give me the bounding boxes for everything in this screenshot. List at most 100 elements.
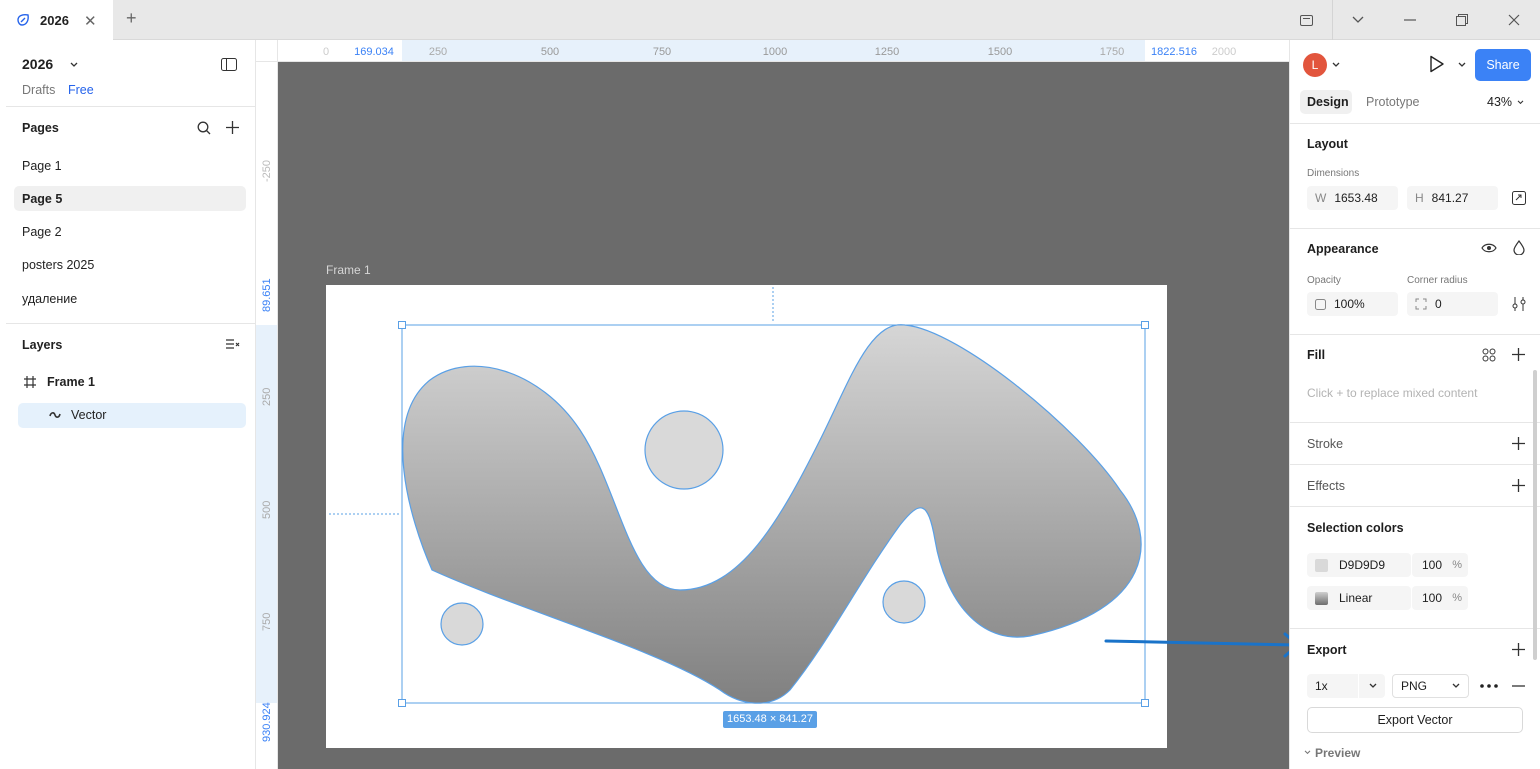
present-play-icon[interactable] <box>1429 55 1445 73</box>
chevron-down-icon <box>1369 683 1377 688</box>
chevron-down-icon[interactable] <box>1458 62 1466 68</box>
close-window-icon[interactable] <box>1488 0 1540 40</box>
selection-color-item[interactable]: Linear <box>1307 586 1411 610</box>
search-icon[interactable] <box>197 121 211 135</box>
blend-mode-icon[interactable] <box>1513 240 1525 255</box>
preview-toggle[interactable]: Preview <box>1315 746 1360 760</box>
ruler-horizontal: 0 169.034 250 500 750 1000 1250 1500 175… <box>256 40 1289 62</box>
add-page-icon[interactable] <box>226 121 239 134</box>
pages-header: Pages <box>22 121 59 135</box>
ruler-tick: 2000 <box>1211 46 1237 58</box>
selection-color-opacity[interactable]: 100 % <box>1412 553 1468 577</box>
dimensions-label: Dimensions <box>1307 168 1360 179</box>
color-swatch <box>1315 558 1328 572</box>
styles-grid-icon[interactable] <box>1482 348 1496 362</box>
chevron-down-icon[interactable] <box>1304 750 1311 755</box>
corner-radius-label: Corner radius <box>1407 275 1468 286</box>
opacity-value: 100% <box>1334 297 1365 311</box>
export-button[interactable]: Export Vector <box>1307 707 1523 733</box>
minimize-icon[interactable] <box>1384 0 1436 40</box>
tab-prototype[interactable]: Prototype <box>1366 95 1420 109</box>
ruler-tick: 89.651 <box>261 278 273 312</box>
resize-to-fit-icon[interactable] <box>1512 191 1526 205</box>
opacity-label: Opacity <box>1307 275 1341 286</box>
sidebar-toggle-icon[interactable] <box>221 58 237 71</box>
more-options-icon[interactable] <box>1480 684 1498 688</box>
ruler-tick: 1500 <box>987 46 1013 58</box>
layer-item[interactable]: Vector <box>71 408 106 422</box>
add-effect-icon[interactable] <box>1512 479 1525 492</box>
ruler-tick: 500 <box>261 500 273 519</box>
chevron-down-icon[interactable] <box>1332 62 1340 68</box>
layer-item[interactable]: Frame 1 <box>47 375 95 389</box>
ruler-vertical: -250 89.651 250 500 750 930.924 <box>256 40 278 769</box>
page-item[interactable]: удаление <box>22 292 77 306</box>
file-tab[interactable]: 2026 ✕ <box>0 0 113 40</box>
ruler-tick: 250 <box>261 387 273 406</box>
plan-badge[interactable]: Free <box>68 83 94 97</box>
appearance-section-title: Appearance <box>1307 242 1379 256</box>
layer-list-icon[interactable] <box>226 339 240 351</box>
canvas[interactable]: Frame 1 1653.48 × 841.27 <box>278 62 1289 769</box>
export-scale-select[interactable]: 1x <box>1307 674 1385 698</box>
page-item[interactable]: Page 1 <box>22 159 62 173</box>
avatar[interactable]: L <box>1303 53 1327 77</box>
vector-artwork[interactable] <box>278 62 1289 769</box>
page-item[interactable]: Page 5 <box>22 192 62 206</box>
chevron-down-icon[interactable] <box>1517 100 1524 105</box>
opacity-icon <box>1315 298 1326 310</box>
chevron-down-icon[interactable] <box>70 62 78 68</box>
tab-design[interactable]: Design <box>1307 95 1349 109</box>
add-fill-icon[interactable] <box>1512 348 1525 361</box>
chevron-down-icon[interactable] <box>1332 0 1384 40</box>
selection-color-opacity[interactable]: 100 % <box>1412 586 1468 610</box>
effects-section-title: Effects <box>1307 479 1345 493</box>
fill-section-title: Fill <box>1307 348 1326 362</box>
new-tab-icon[interactable]: + <box>126 8 137 29</box>
corner-radius-value: 0 <box>1435 297 1442 311</box>
ruler-tick: 1000 <box>762 46 788 58</box>
add-export-icon[interactable] <box>1512 643 1525 656</box>
width-value: 1653.48 <box>1334 191 1378 205</box>
height-field[interactable]: H 841.27 <box>1407 186 1498 210</box>
frame-icon <box>24 376 36 388</box>
tab-title: 2026 <box>40 12 69 28</box>
layout-section-title: Layout <box>1307 137 1348 151</box>
restore-icon[interactable] <box>1436 0 1488 40</box>
page-item[interactable]: Page 2 <box>22 225 62 239</box>
vector-icon <box>49 412 61 418</box>
selection-colors-title: Selection colors <box>1307 521 1404 535</box>
selection-color-item[interactable]: D9D9D9 <box>1307 553 1411 577</box>
scrollbar[interactable] <box>1533 370 1537 660</box>
share-button[interactable]: Share <box>1475 49 1531 81</box>
size-badge: 1653.48 × 841.27 <box>723 711 817 728</box>
ruler-tick: 500 <box>540 46 560 58</box>
width-field[interactable]: W 1653.48 <box>1307 186 1398 210</box>
corner-radius-field[interactable]: 0 <box>1407 292 1498 316</box>
ruler-tick: 1750 <box>1099 46 1125 58</box>
ruler-tick: 250 <box>428 46 448 58</box>
annotation-arrow-icon <box>1104 632 1300 658</box>
layers-header: Layers <box>22 338 63 352</box>
right-panel: L Share Design Prototype 43% Layout Dime… <box>1289 40 1540 769</box>
height-value: 841.27 <box>1431 191 1469 205</box>
figma-leaf-icon <box>17 14 29 26</box>
page-item[interactable]: posters 2025 <box>22 258 94 272</box>
panel-toggle-icon[interactable] <box>1280 0 1332 40</box>
independent-corners-icon[interactable] <box>1512 297 1526 311</box>
ruler-tick: 1822.516 <box>1151 46 1197 58</box>
opacity-field[interactable]: 100% <box>1307 292 1398 316</box>
ruler-tick: 1250 <box>874 46 900 58</box>
export-section-title: Export <box>1307 643 1347 657</box>
add-stroke-icon[interactable] <box>1512 437 1525 450</box>
remove-export-icon[interactable] <box>1512 685 1525 687</box>
export-format-select[interactable]: PNG <box>1392 674 1469 698</box>
zoom-level[interactable]: 43% <box>1487 95 1512 109</box>
file-name[interactable]: 2026 <box>22 56 53 72</box>
file-location[interactable]: Drafts <box>22 83 55 97</box>
ruler-tick: 930.924 <box>261 702 273 742</box>
eye-icon[interactable] <box>1481 242 1497 254</box>
left-panel: 2026 Drafts Free Pages Page 1 Page 5 Pag… <box>0 40 256 769</box>
close-tab-icon[interactable]: ✕ <box>84 12 97 30</box>
corner-radius-icon <box>1415 298 1427 310</box>
